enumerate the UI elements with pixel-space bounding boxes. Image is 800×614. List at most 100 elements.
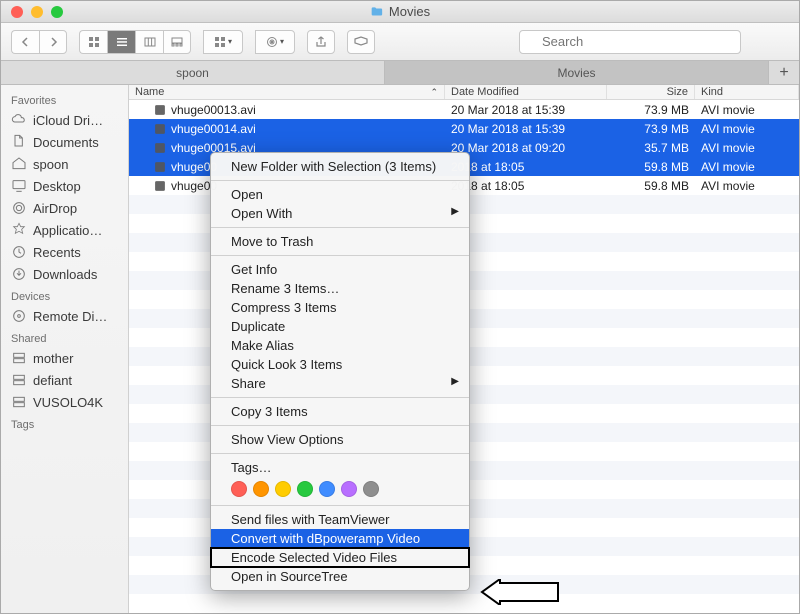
menu-item-label: New Folder with Selection (3 Items) (231, 159, 436, 174)
sidebar-item-label: Downloads (33, 267, 97, 282)
menu-item-label: Tags… (231, 460, 271, 475)
action-button[interactable]: ▾ (255, 30, 295, 54)
context-menu-item[interactable]: Move to Trash (211, 232, 469, 251)
context-menu-item[interactable]: Share▶ (211, 374, 469, 393)
sidebar-item-label: AirDrop (33, 201, 77, 216)
sidebar-item[interactable]: defiant (1, 369, 128, 391)
menu-separator (211, 505, 469, 506)
column-date[interactable]: Date Modified (445, 85, 607, 99)
file-icon (153, 122, 167, 136)
file-date: 20 Mar 2018 at 15:39 (445, 103, 607, 117)
tag-color-dot[interactable] (253, 481, 269, 497)
menu-separator (211, 453, 469, 454)
context-menu-item[interactable]: Encode Selected Video Files (211, 548, 469, 567)
context-menu-item[interactable]: Copy 3 Items (211, 402, 469, 421)
tag-color-dot[interactable] (275, 481, 291, 497)
forward-button[interactable] (39, 30, 67, 54)
file-kind: AVI movie (695, 160, 799, 174)
minimize-window-button[interactable] (31, 6, 43, 18)
nav-buttons (11, 30, 67, 54)
share-button[interactable] (307, 30, 335, 54)
context-menu-item[interactable]: Open (211, 185, 469, 204)
list-view-button[interactable] (107, 30, 135, 54)
context-menu-item[interactable]: Tags… (211, 458, 469, 477)
file-size: 59.8 MB (607, 160, 695, 174)
column-size[interactable]: Size (607, 85, 695, 99)
airdrop-icon (11, 200, 27, 216)
doc-icon (11, 134, 27, 150)
column-headers: Name⌃ Date Modified Size Kind (129, 85, 799, 100)
menu-item-label: Send files with TeamViewer (231, 512, 390, 527)
tag-color-dot[interactable] (319, 481, 335, 497)
file-icon (153, 160, 167, 174)
sidebar-tags-header: Tags (1, 413, 128, 433)
menu-item-label: Show View Options (231, 432, 344, 447)
context-menu-item[interactable]: New Folder with Selection (3 Items) (211, 157, 469, 176)
menu-item-label: Compress 3 Items (231, 300, 336, 315)
download-icon (11, 266, 27, 282)
sidebar-item-label: VUSOLO4K (33, 395, 103, 410)
sidebar-item[interactable]: VUSOLO4K (1, 391, 128, 413)
menu-separator (211, 180, 469, 181)
icon-view-button[interactable] (79, 30, 107, 54)
tag-color-dot[interactable] (231, 481, 247, 497)
column-kind[interactable]: Kind (695, 85, 799, 99)
zoom-window-button[interactable] (51, 6, 63, 18)
new-tab-button[interactable]: + (769, 61, 799, 84)
context-menu-item[interactable]: Quick Look 3 Items (211, 355, 469, 374)
server-icon (11, 350, 27, 366)
sidebar-item[interactable]: Downloads (1, 263, 128, 285)
menu-item-label: Convert with dBpoweramp Video (231, 531, 420, 546)
search-input[interactable] (519, 30, 741, 54)
file-size: 35.7 MB (607, 141, 695, 155)
sidebar-item[interactable]: Remote Di… (1, 305, 128, 327)
sidebar-item-label: Applicatio… (33, 223, 102, 238)
column-name[interactable]: Name⌃ (129, 85, 445, 99)
context-menu-item[interactable]: Show View Options (211, 430, 469, 449)
column-view-button[interactable] (135, 30, 163, 54)
file-name: vhuge00014.avi (171, 122, 256, 136)
file-row[interactable]: vhuge00013.avi20 Mar 2018 at 15:3973.9 M… (129, 100, 799, 119)
sidebar-item-label: iCloud Dri… (33, 113, 103, 128)
file-size: 73.9 MB (607, 122, 695, 136)
sidebar-item[interactable]: Recents (1, 241, 128, 263)
tag-color-dot[interactable] (363, 481, 379, 497)
back-button[interactable] (11, 30, 39, 54)
tag-color-dot[interactable] (341, 481, 357, 497)
tag-color-dot[interactable] (297, 481, 313, 497)
sidebar-item[interactable]: Documents (1, 131, 128, 153)
tab-movies[interactable]: Movies (385, 61, 769, 84)
context-menu-item[interactable]: Open in SourceTree (211, 567, 469, 586)
tags-button[interactable] (347, 30, 375, 54)
context-menu-item[interactable]: Rename 3 Items… (211, 279, 469, 298)
context-menu-item[interactable]: Make Alias (211, 336, 469, 355)
submenu-arrow-icon: ▶ (451, 376, 459, 387)
context-menu-item[interactable]: Open With▶ (211, 204, 469, 223)
home-icon (11, 156, 27, 172)
server-icon (11, 394, 27, 410)
sidebar-item-label: Remote Di… (33, 309, 107, 324)
window-controls (11, 6, 63, 18)
arrange-button[interactable]: ▾ (203, 30, 243, 54)
sidebar-item[interactable]: Desktop (1, 175, 128, 197)
sidebar-item[interactable]: mother (1, 347, 128, 369)
sidebar-item[interactable]: iCloud Dri… (1, 109, 128, 131)
context-menu-item[interactable]: Convert with dBpoweramp Video (211, 529, 469, 548)
gallery-view-button[interactable] (163, 30, 191, 54)
context-menu-item[interactable]: Send files with TeamViewer (211, 510, 469, 529)
context-menu-item[interactable]: Duplicate (211, 317, 469, 336)
empty-row (129, 594, 799, 613)
file-row[interactable]: vhuge00014.avi20 Mar 2018 at 15:3973.9 M… (129, 119, 799, 138)
tab-spoon[interactable]: spoon (1, 61, 385, 84)
tag-color-row (211, 477, 469, 501)
context-menu-item[interactable]: Compress 3 Items (211, 298, 469, 317)
context-menu-item[interactable]: Get Info (211, 260, 469, 279)
sidebar-item[interactable]: Applicatio… (1, 219, 128, 241)
close-window-button[interactable] (11, 6, 23, 18)
sidebar-item[interactable]: spoon (1, 153, 128, 175)
sidebar-item[interactable]: AirDrop (1, 197, 128, 219)
file-icon (153, 103, 167, 117)
callout-arrow-icon (480, 579, 560, 605)
sidebar-favorites-header: Favorites (1, 89, 128, 109)
window-title: Movies (370, 4, 430, 19)
